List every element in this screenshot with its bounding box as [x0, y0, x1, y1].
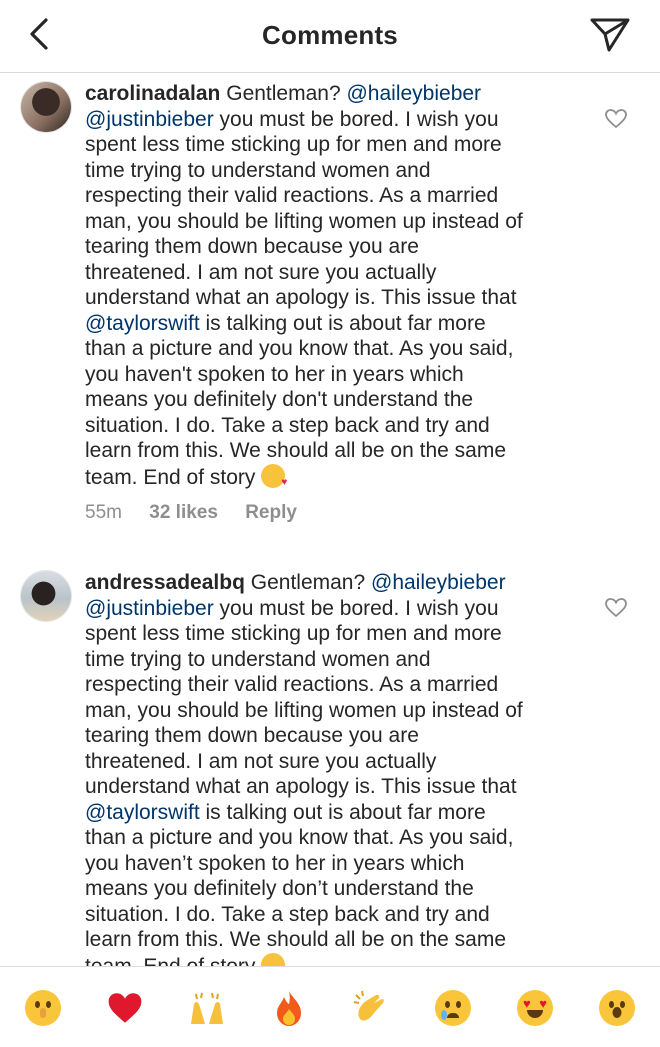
mention-link[interactable]: @justinbieber [85, 108, 214, 131]
comment-line: threatened. I am not sure you actually [85, 260, 437, 284]
comment-line: you haven’t spoken to her in years which [85, 851, 465, 875]
fire-icon[interactable] [270, 989, 308, 1027]
comment-username[interactable]: andressadealbq [85, 571, 245, 594]
mention-link[interactable]: @taylorswift [85, 312, 200, 335]
comment-time: 55m [85, 502, 122, 523]
comment-line: spent less time sticking up for men and … [85, 133, 502, 156]
comment-line: means you definitely don’t understand th… [85, 877, 474, 900]
comment-line: man, you should be lifting women up inst… [85, 209, 523, 233]
red-heart-icon[interactable] [106, 989, 144, 1027]
comment-line: respecting their valid reactions. As a m… [85, 673, 499, 696]
mention-link[interactable]: @taylorswift [85, 801, 200, 824]
comment-line: understand what an apology is. This issu… [85, 286, 517, 309]
page-title: Comments [262, 20, 398, 50]
comment-line: learn from this. We should all be on the… [85, 928, 506, 951]
heart-eyes-face-icon[interactable]: ♥ ♥ [516, 989, 554, 1027]
comment-line: you haven't spoken to her in years which [85, 362, 464, 386]
comment-meta: 55m 32 likes Reply [85, 502, 319, 524]
reply-button[interactable]: Reply [245, 502, 297, 523]
comment-line: than a picture and you know that. As you… [85, 337, 514, 360]
comment-text: carolinadalan Gentleman? @haileybieber @… [85, 81, 580, 495]
mention-link[interactable]: @haileybieber [346, 82, 481, 105]
emoji-reaction-bar: ♥ ♥ [0, 966, 660, 1047]
comment-line: threatened. I am not sure you actually [85, 749, 437, 773]
like-heart-icon[interactable] [605, 109, 627, 129]
mention-link[interactable]: @haileybieber [371, 571, 506, 594]
comment-line: time trying to understand women and [85, 158, 431, 182]
crying-face-icon[interactable] [434, 989, 472, 1027]
like-heart-icon[interactable] [605, 598, 627, 618]
kissing-face-icon [261, 463, 287, 495]
comment-list: carolinadalan Gentleman? @haileybieber @… [0, 73, 660, 966]
mention-link[interactable]: @justinbieber [85, 597, 214, 620]
raising-hands-icon[interactable] [188, 989, 226, 1027]
comment-line: man, you should be lifting women up inst… [85, 698, 523, 722]
comment-line: tearing them down because you are [85, 235, 419, 258]
shushing-face-icon[interactable] [24, 989, 62, 1027]
comment-line: than a picture and you know that. As you… [85, 826, 514, 849]
avatar[interactable] [20, 81, 72, 133]
comment-line: means you definitely don't understand th… [85, 388, 474, 411]
kissing-face-icon [261, 952, 287, 966]
send-icon[interactable] [588, 14, 632, 54]
comment-line: situation. I do. Take a step back and tr… [85, 413, 490, 437]
header: Comments [0, 0, 660, 73]
comment-line: situation. I do. Take a step back and tr… [85, 902, 490, 926]
comment-line: learn from this. We should all be on the… [85, 439, 506, 462]
comment-line: tearing them down because you are [85, 724, 419, 747]
comment-line: time trying to understand women and [85, 647, 431, 671]
comment-line: understand what an apology is. This issu… [85, 775, 517, 798]
comment-line: spent less time sticking up for men and … [85, 622, 502, 645]
comment-line: respecting their valid reactions. As a m… [85, 184, 499, 207]
clapping-hands-icon[interactable] [352, 989, 390, 1027]
surprised-face-icon[interactable] [598, 989, 636, 1027]
comment-username[interactable]: carolinadalan [85, 82, 220, 105]
comment-text: andressadealbq Gentleman? @haileybieber … [85, 570, 580, 966]
avatar[interactable] [20, 570, 72, 622]
likes-count[interactable]: 32 likes [149, 502, 218, 523]
